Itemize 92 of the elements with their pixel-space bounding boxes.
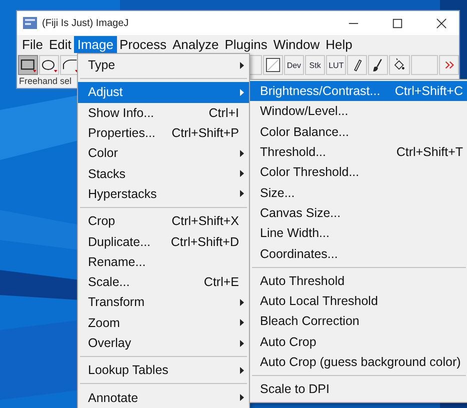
menu-bar-item[interactable]: Process [116,36,170,53]
menu-item-shortcut: Ctrl+Shift+P [172,126,239,140]
rectangle-tool-icon[interactable] [18,55,38,75]
menu-bar-item[interactable]: Help [322,36,356,53]
menu-item[interactable]: Auto Local Threshold [250,290,467,312]
menu-item-label: Properties... [88,126,156,140]
maximize-icon[interactable] [392,18,403,28]
menu-item-label: Line Width... [260,226,330,240]
menu-bar-item[interactable]: Edit [46,36,74,53]
status-text: Freehand sel [19,76,72,86]
menu-item-label: Duplicate... [88,234,152,249]
menu-item-label: Auto Threshold [260,274,346,288]
oval-tool-icon[interactable] [39,55,60,75]
color-picker-icon[interactable] [262,55,283,75]
menu-item[interactable]: Canvas Size... [250,202,467,224]
menu-item[interactable]: Scale... Ctrl+E [78,272,249,292]
menu-item[interactable]: Crop Ctrl+Shift+X [78,211,249,232]
menu-item[interactable]: Color [78,143,249,164]
menu-item[interactable]: Color Balance... [250,122,467,142]
menu-item-label: Lookup Tables [88,363,170,378]
menu-item-label: Rename... [88,254,147,269]
app-icon [23,17,37,29]
menu-item-label: Zoom [88,316,121,330]
menu-item-label: Window/Level... [260,104,350,118]
menu-item[interactable]: Rename... [78,252,249,272]
menu-item-label: Stacks [88,166,127,181]
close-icon[interactable] [436,18,447,28]
menu-item[interactable]: Auto Threshold [250,270,467,291]
menu-item-label: Type [88,58,116,72]
menu-item[interactable]: Auto Crop (guess background color) [250,352,467,372]
menu-item-shortcut: Ctrl+Shift+C [394,84,463,98]
menu-item[interactable]: Properties... Ctrl+Shift+P [78,122,249,144]
menu-item[interactable]: Lookup Tables [78,360,249,380]
toolbar-button[interactable]: Stk [305,55,326,75]
toolbar-button[interactable]: LUT [326,55,346,75]
menu-item[interactable]: Scale to DPI [250,379,467,400]
menu-item-label: Color Balance... [260,124,350,139]
menu-item-shortcut: Ctrl+Shift+X [172,214,239,228]
menu-item-label: Auto Local Threshold [260,294,379,308]
menu-item-label: Auto Crop (guess background color) [260,355,462,369]
menu-item[interactable]: Type [78,55,249,76]
menu-item[interactable]: Threshold... Ctrl+Shift+T [250,142,467,162]
menu-item[interactable]: Brightness/Contrast... Ctrl+Shift+C [250,81,467,102]
menu-item-label: Scale... [88,275,131,290]
menu-item-shortcut: Ctrl+E [204,275,239,290]
brush-icon[interactable] [368,55,388,75]
menu-item-label: Brightness/Contrast... [260,84,382,98]
menu-item[interactable]: Transform [78,292,249,313]
menu-item[interactable]: Hyperstacks [78,184,249,204]
menu-item-label: Overlay [88,336,132,350]
double-chevron-icon[interactable] [438,55,459,75]
menu-item[interactable]: Show Info... Ctrl+I [78,102,249,123]
menu-item-label: Coordinates... [260,246,339,261]
menu-item[interactable]: Bleach Correction [250,311,467,332]
menu-item[interactable]: Overlay [78,332,249,354]
menu-item[interactable]: Size... [250,182,467,203]
menu-bar-item[interactable]: Plugins [222,36,270,53]
menu-item[interactable]: Annotate [78,387,249,408]
toolbar-button[interactable]: Dev [284,55,304,75]
menu-item[interactable]: Line Width... [250,223,467,244]
menu-item[interactable]: Duplicate... Ctrl+Shift+D [78,231,249,252]
menu-item[interactable]: Adjust [78,82,249,103]
menu-item-label: Adjust [88,85,124,100]
menu-bar-item[interactable]: Analyze [169,36,222,53]
menu-bar-item[interactable]: File [19,36,46,53]
window-title: (Fiji Is Just) ImageJ [42,18,129,28]
menu-item-shortcut: Ctrl+Shift+D [170,234,239,249]
menu-item-label: Scale to DPI [260,382,330,396]
menu-item-label: Bleach Correction [260,314,360,328]
menu-item[interactable]: Window/Level... [250,101,467,122]
menu-bar-item[interactable]: Image [74,36,116,53]
menu-item[interactable]: Auto Crop [250,332,467,352]
menu-item-shortcut: Ctrl+I [208,106,239,120]
menu-item-label: Size... [260,186,296,200]
menu-item[interactable]: Stacks [78,163,249,184]
menu-item-label: Transform [88,295,146,310]
menu-item[interactable]: Coordinates... [250,243,467,264]
menu-item-label: Threshold... [260,145,328,160]
menu-item-label: Auto Crop [260,334,318,349]
pencil-icon[interactable] [347,55,368,75]
menu-bar-item[interactable]: Window [270,36,323,53]
menu-item-label: Hyperstacks [88,186,158,201]
bucket-icon[interactable] [389,55,410,75]
menu-item-label: Crop [88,214,116,228]
menu-item-label: Show Info... [88,106,156,120]
menu-item-label: Color [88,146,119,160]
menu-item-shortcut: Ctrl+Shift+T [396,145,463,160]
menu-item-label: Canvas Size... [260,206,342,220]
menu-item[interactable]: Color Threshold... [250,162,467,182]
menu-item-label: Color Threshold... [260,165,360,180]
menu-item[interactable]: Zoom [78,312,249,333]
menu-item-label: Annotate [88,390,140,405]
